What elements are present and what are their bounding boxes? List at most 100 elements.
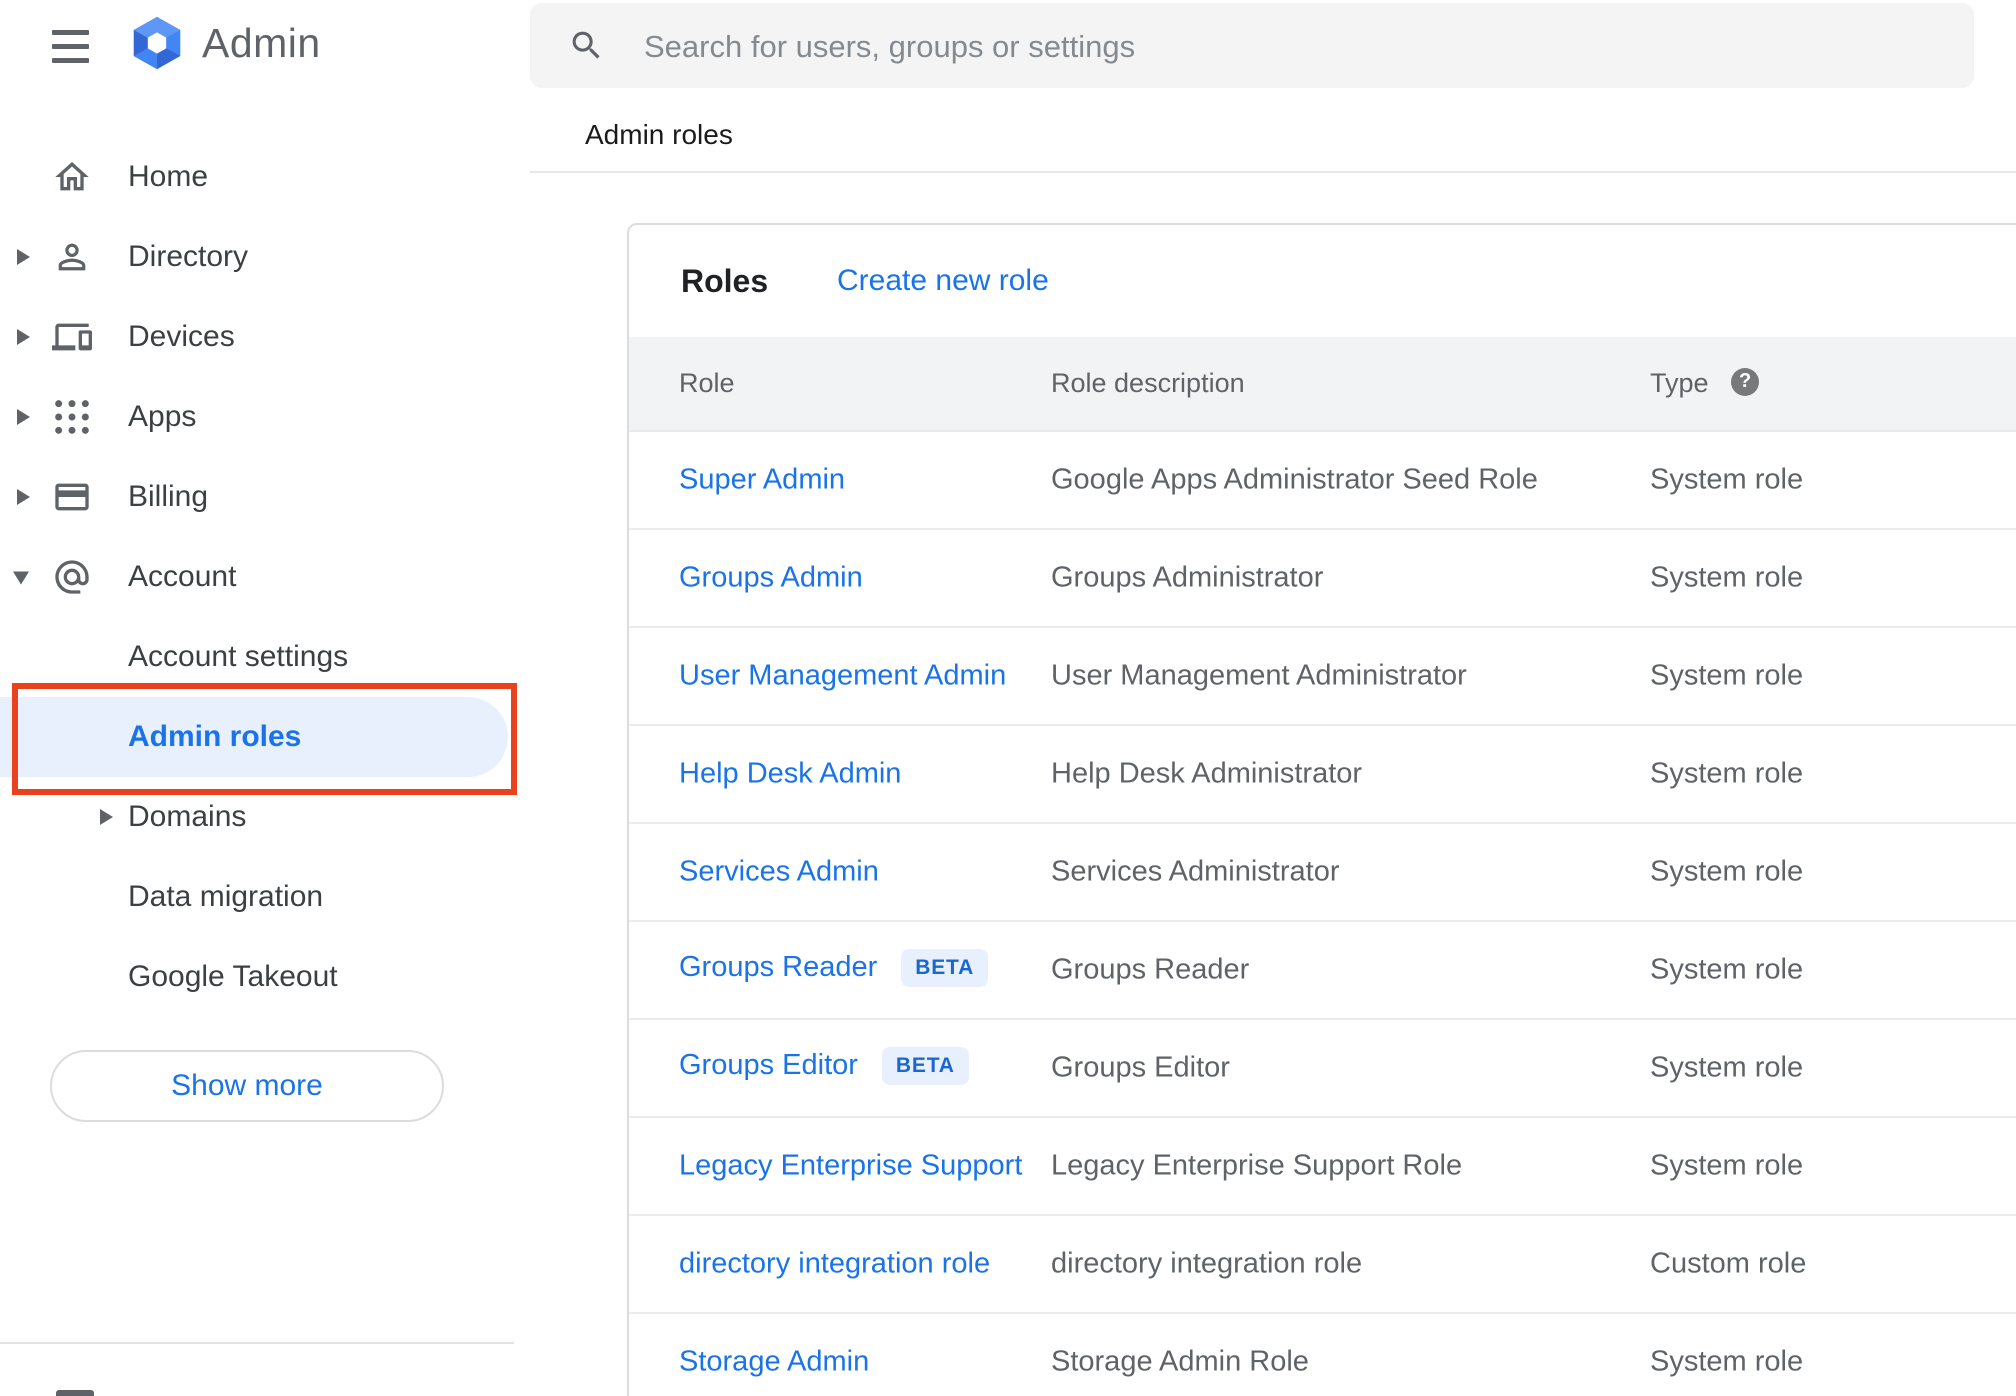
roles-card-header: Roles Create new role: [629, 225, 2016, 337]
home-icon: [52, 157, 92, 197]
sidebar-item-label: Devices: [128, 320, 235, 353]
apps-grid-icon: [52, 397, 92, 437]
sidebar-item-label: Directory: [128, 240, 249, 273]
role-description: Google Apps Administrator Seed Role: [1051, 463, 1538, 496]
sidebar-item-apps[interactable]: Apps: [0, 377, 530, 457]
expand-arrow-icon[interactable]: [17, 329, 30, 345]
table-row[interactable]: Groups Reader BETA Groups Reader System rol…: [629, 922, 2016, 1020]
sidebar-item-billing[interactable]: Billing: [0, 457, 530, 537]
expand-arrow-icon[interactable]: [17, 249, 30, 265]
sidebar-item-domains[interactable]: Domains: [0, 777, 530, 857]
role-link[interactable]: Legacy Enterprise Support: [679, 1150, 1022, 1182]
expand-arrow-icon[interactable]: [17, 489, 30, 505]
search-input[interactable]: [642, 3, 1936, 90]
role-link[interactable]: Storage Admin: [679, 1346, 869, 1378]
admin-logo-icon: [128, 14, 186, 72]
sidebar-item-label: Google Takeout: [128, 960, 338, 993]
role-type: System role: [1650, 463, 1804, 496]
role-description: Legacy Enterprise Support Role: [1051, 1149, 1463, 1182]
table-row[interactable]: Super Admin Google Apps Administrator See…: [629, 432, 2016, 530]
sidebar-item-label: Admin roles: [128, 720, 302, 753]
table-row[interactable]: Legacy Enterprise Support Legacy Enterpri…: [629, 1118, 2016, 1216]
sidebar-item-label: Billing: [128, 480, 209, 513]
role-description: Groups Reader: [1051, 953, 1250, 986]
hamburger-bar: [52, 29, 89, 35]
roles-table-body: Super Admin Google Apps Administrator See…: [629, 432, 2016, 1396]
role-link[interactable]: Groups Reader: [679, 951, 877, 983]
role-type: System role: [1650, 1051, 1804, 1084]
role-type: System role: [1650, 855, 1804, 888]
credit-card-icon: [52, 477, 92, 517]
at-sign-icon: [52, 557, 92, 597]
admin-logo[interactable]: Admin: [128, 14, 321, 72]
sidebar-nav: Home Directory Devices Apps Billing Account Ac…: [0, 137, 530, 1017]
person-icon: [52, 237, 92, 277]
table-row[interactable]: Services Admin Services Administrator Syst…: [629, 824, 2016, 922]
role-link[interactable]: Groups Admin: [679, 562, 863, 594]
search-bar: [530, 3, 1974, 90]
role-cell: Groups Editor BETA: [679, 1047, 969, 1087]
role-link[interactable]: directory integration role: [679, 1248, 990, 1280]
expand-arrow-icon[interactable]: [17, 409, 30, 425]
show-more-button[interactable]: Show more: [50, 1050, 444, 1122]
role-description: directory integration role: [1051, 1247, 1363, 1280]
table-row[interactable]: Groups Admin Groups Administrator System r…: [629, 530, 2016, 628]
create-new-role-link[interactable]: Create new role: [837, 225, 1049, 337]
content-divider: [530, 171, 2016, 173]
table-row[interactable]: Storage Admin Storage Admin Role System ro…: [629, 1314, 2016, 1396]
app-title: Admin: [202, 19, 321, 66]
role-type: System role: [1650, 561, 1804, 594]
sidebar-item-directory[interactable]: Directory: [0, 217, 530, 297]
sidebar-item-devices[interactable]: Devices: [0, 297, 530, 377]
role-link[interactable]: Super Admin: [679, 464, 845, 496]
sidebar-item-label: Home: [128, 160, 209, 193]
role-type: System role: [1650, 1149, 1804, 1182]
sidebar-item-label: Domains: [128, 800, 247, 833]
role-cell: Legacy Enterprise Support: [679, 1150, 1022, 1183]
help-icon[interactable]: ?: [1731, 367, 1760, 396]
role-cell: Super Admin: [679, 464, 845, 497]
table-row[interactable]: User Management Admin User Management Adm…: [629, 628, 2016, 726]
sidebar-item-account[interactable]: Account: [0, 537, 530, 617]
role-description: Services Administrator: [1051, 855, 1340, 888]
sidebar-item-home[interactable]: Home: [0, 137, 530, 217]
role-description: Storage Admin Role: [1051, 1345, 1309, 1378]
role-link[interactable]: Services Admin: [679, 856, 879, 888]
sidebar-item-data-migration[interactable]: Data migration: [0, 857, 530, 937]
google-admin-console: Admin Admin roles Home Directory Devices Ap…: [0, 0, 2016, 1396]
role-type: System role: [1650, 1345, 1804, 1378]
column-header-type-label: Type: [1650, 368, 1709, 398]
hamburger-menu-button[interactable]: [48, 22, 94, 70]
sidebar-bottom-divider: [0, 1342, 514, 1344]
sidebar-item-google-takeout[interactable]: Google Takeout: [0, 937, 530, 1017]
table-row[interactable]: Groups Editor BETA Groups Editor System rol…: [629, 1020, 2016, 1118]
sidebar-item-admin-roles[interactable]: Admin roles: [0, 697, 508, 777]
beta-badge: BETA: [901, 949, 989, 987]
sidebar-item-account-settings[interactable]: Account settings: [0, 617, 530, 697]
role-cell: directory integration role: [679, 1248, 990, 1281]
role-link[interactable]: Help Desk Admin: [679, 758, 901, 790]
breadcrumb: Admin roles: [585, 119, 733, 150]
role-description: Groups Editor: [1051, 1051, 1230, 1084]
collapse-arrow-icon[interactable]: [13, 571, 29, 585]
beta-badge: BETA: [881, 1047, 969, 1085]
column-header-role: Role: [679, 368, 735, 398]
role-type: Custom role: [1650, 1247, 1807, 1280]
table-row[interactable]: directory integration role directory inte…: [629, 1216, 2016, 1314]
role-type: System role: [1650, 757, 1804, 790]
role-cell: Groups Admin: [679, 562, 863, 595]
role-type: System role: [1650, 659, 1804, 692]
table-row[interactable]: Help Desk Admin Help Desk Administrator Sy…: [629, 726, 2016, 824]
role-type: System role: [1650, 953, 1804, 986]
sidebar-item-label: Account settings: [128, 640, 349, 673]
role-link[interactable]: Groups Editor: [679, 1049, 858, 1081]
column-header-type: Type ?: [1650, 337, 1760, 430]
show-more-label: Show more: [171, 1069, 323, 1102]
sidebar-item-label: Account: [128, 560, 237, 593]
role-description: User Management Administrator: [1051, 659, 1467, 692]
sidebar-item-label: Apps: [128, 400, 197, 433]
role-cell: User Management Admin: [679, 660, 1006, 693]
expand-arrow-icon[interactable]: [100, 809, 113, 825]
column-header-description: Role description: [1051, 368, 1245, 398]
role-link[interactable]: User Management Admin: [679, 660, 1006, 692]
